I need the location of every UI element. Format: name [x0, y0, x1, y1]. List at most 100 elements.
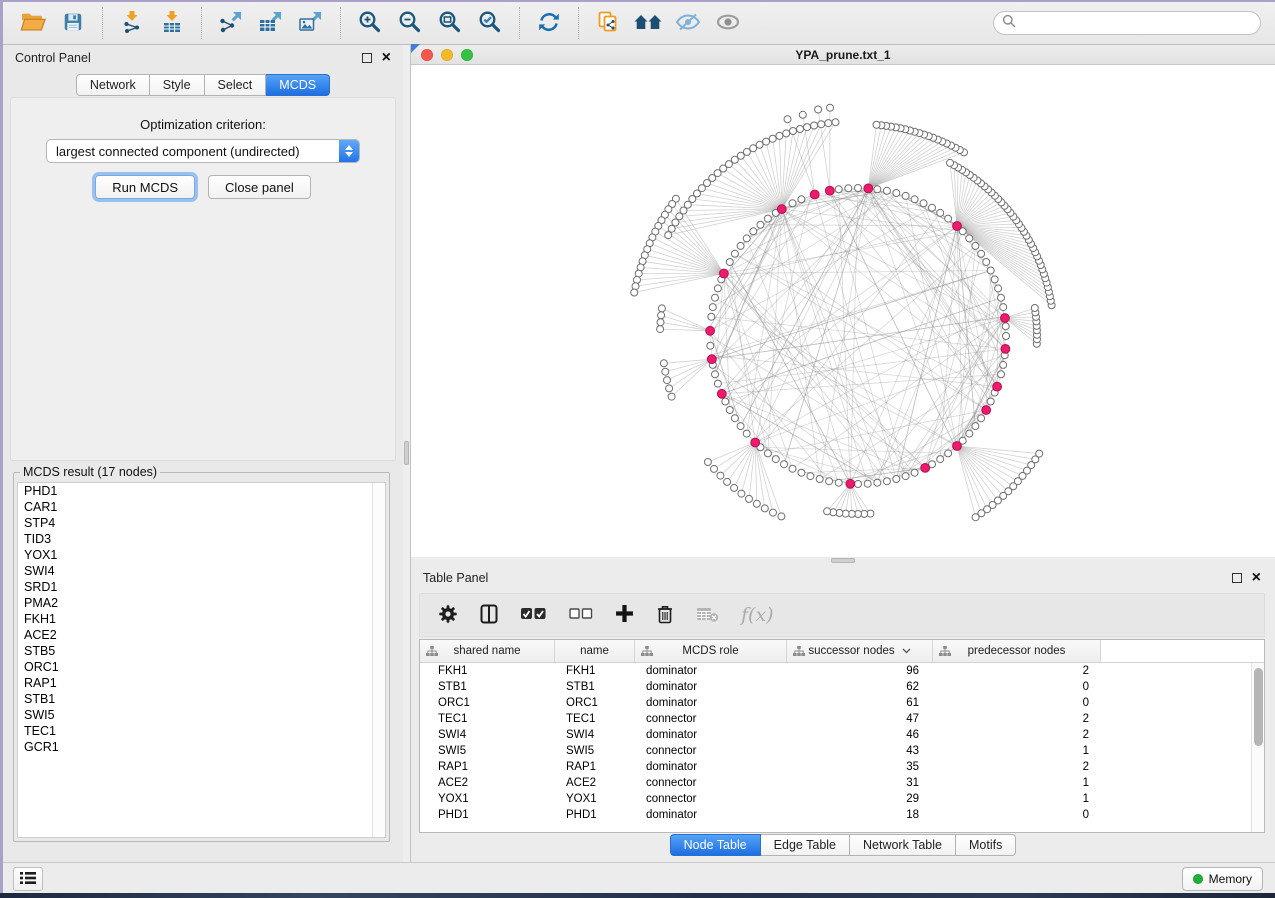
save-session-button[interactable]	[53, 4, 93, 42]
zoom-in-button[interactable]	[350, 4, 390, 42]
column-header-predecessor-nodes[interactable]: predecessor nodes	[933, 640, 1101, 662]
show-panel-menu-button[interactable]	[13, 867, 43, 891]
run-mcds-button[interactable]: Run MCDS	[95, 175, 195, 199]
zoom-selected-button[interactable]	[470, 4, 510, 42]
table-cell[interactable]: ACE2	[420, 777, 555, 789]
table-cell[interactable]: FKH1	[420, 665, 555, 677]
table-cell[interactable]: 47	[787, 713, 933, 725]
tab-network-table[interactable]: Network Table	[850, 834, 956, 856]
add-column-button[interactable]	[615, 604, 634, 626]
table-cell[interactable]: 29	[787, 793, 933, 805]
table-cell[interactable]: ACE2	[555, 777, 635, 789]
mcds-result-item[interactable]: FKH1	[18, 611, 385, 627]
table-cell[interactable]: 0	[933, 809, 1101, 821]
delete-table-button[interactable]	[696, 606, 719, 625]
table-cell[interactable]: connector	[635, 793, 787, 805]
import-table-button[interactable]	[152, 4, 192, 42]
deselect-all-columns-button[interactable]	[569, 608, 593, 623]
mcds-result-item[interactable]: PMA2	[18, 595, 385, 611]
mcds-result-item[interactable]: SWI5	[18, 707, 385, 723]
table-cell[interactable]: YOX1	[555, 793, 635, 805]
mcds-result-item[interactable]: SRD1	[18, 579, 385, 595]
table-cell[interactable]: FKH1	[555, 665, 635, 677]
mcds-result-item[interactable]: TID3	[18, 531, 385, 547]
table-cell[interactable]: ORC1	[555, 697, 635, 709]
table-row[interactable]: STB1STB1dominator620	[420, 679, 1264, 695]
mcds-result-item[interactable]: RAP1	[18, 675, 385, 691]
float-panel-icon[interactable]	[1232, 573, 1242, 583]
table-row[interactable]: PHD1PHD1dominator180	[420, 807, 1264, 823]
table-cell[interactable]: 31	[787, 777, 933, 789]
mcds-result-item[interactable]: ACE2	[18, 627, 385, 643]
table-cell[interactable]: dominator	[635, 729, 787, 741]
mcds-result-item[interactable]: SWI4	[18, 563, 385, 579]
mcds-result-item[interactable]: STP4	[18, 515, 385, 531]
table-settings-button[interactable]	[438, 604, 458, 627]
memory-button[interactable]: Memory	[1182, 867, 1263, 891]
table-cell[interactable]: 61	[787, 697, 933, 709]
table-scrollbar[interactable]	[1251, 663, 1264, 832]
table-cell[interactable]: TEC1	[555, 713, 635, 725]
tab-select[interactable]: Select	[205, 74, 267, 96]
splitter-grip[interactable]	[831, 558, 855, 563]
column-header-name[interactable]: name	[555, 640, 635, 662]
hide-selected-button[interactable]	[668, 4, 708, 42]
mcds-result-item[interactable]: ORC1	[18, 659, 385, 675]
vertical-splitter[interactable]	[403, 45, 411, 862]
table-row[interactable]: RAP1RAP1dominator352	[420, 759, 1264, 775]
table-cell[interactable]: RAP1	[420, 761, 555, 773]
table-row[interactable]: FKH1FKH1dominator962	[420, 663, 1264, 679]
table-cell[interactable]: PHD1	[420, 809, 555, 821]
table-cell[interactable]: 1	[933, 793, 1101, 805]
table-cell[interactable]: 46	[787, 729, 933, 741]
zoom-out-button[interactable]	[390, 4, 430, 42]
table-cell[interactable]: dominator	[635, 665, 787, 677]
table-cell[interactable]: STB1	[555, 681, 635, 693]
network-graph-svg[interactable]	[411, 65, 1275, 557]
delete-column-button[interactable]	[656, 604, 674, 627]
function-builder-button[interactable]: f(x)	[741, 604, 774, 626]
first-neighbors-button[interactable]	[628, 4, 668, 42]
table-row[interactable]: SWI5SWI5connector431	[420, 743, 1264, 759]
table-cell[interactable]: STB1	[420, 681, 555, 693]
table-cell[interactable]: YOX1	[420, 793, 555, 805]
table-cell[interactable]: 1	[933, 745, 1101, 757]
refresh-button[interactable]	[529, 4, 569, 42]
table-cell[interactable]: 2	[933, 729, 1101, 741]
export-image-button[interactable]	[291, 4, 331, 42]
tab-edge-table[interactable]: Edge Table	[761, 834, 850, 856]
table-cell[interactable]: connector	[635, 777, 787, 789]
mcds-result-item[interactable]: PHD1	[18, 483, 385, 499]
table-row[interactable]: ACE2ACE2connector311	[420, 775, 1264, 791]
copy-network-button[interactable]	[588, 4, 628, 42]
table-row[interactable]: SWI4SWI4dominator462	[420, 727, 1264, 743]
table-cell[interactable]: TEC1	[420, 713, 555, 725]
table-cell[interactable]: 18	[787, 809, 933, 821]
table-cell[interactable]: 2	[933, 665, 1101, 677]
table-cell[interactable]: 2	[933, 761, 1101, 773]
import-network-button[interactable]	[112, 4, 152, 42]
table-cell[interactable]: dominator	[635, 761, 787, 773]
close-panel-icon[interactable]: ×	[382, 53, 391, 63]
table-cell[interactable]: 1	[933, 777, 1101, 789]
table-row[interactable]: ORC1ORC1dominator610	[420, 695, 1264, 711]
search-box[interactable]	[993, 11, 1261, 35]
column-layout-button[interactable]	[480, 604, 498, 627]
table-cell[interactable]: SWI5	[420, 745, 555, 757]
table-cell[interactable]: SWI4	[555, 729, 635, 741]
optimization-criterion-dropdown[interactable]: largest connected component (undirected)	[46, 139, 360, 163]
tab-mcds[interactable]: MCDS	[266, 74, 330, 96]
network-view[interactable]	[411, 65, 1275, 557]
table-cell[interactable]: RAP1	[555, 761, 635, 773]
horizontal-splitter[interactable]	[411, 557, 1275, 565]
close-panel-icon[interactable]: ×	[1252, 573, 1261, 583]
tab-network[interactable]: Network	[76, 74, 150, 96]
tab-motifs[interactable]: Motifs	[956, 834, 1016, 856]
table-cell[interactable]: 43	[787, 745, 933, 757]
select-all-columns-button[interactable]	[520, 607, 547, 624]
mcds-result-item[interactable]: STB5	[18, 643, 385, 659]
scrollbar-thumb[interactable]	[1254, 668, 1263, 746]
close-panel-button[interactable]: Close panel	[208, 175, 311, 199]
mcds-result-item[interactable]: YOX1	[18, 547, 385, 563]
table-cell[interactable]: PHD1	[555, 809, 635, 821]
